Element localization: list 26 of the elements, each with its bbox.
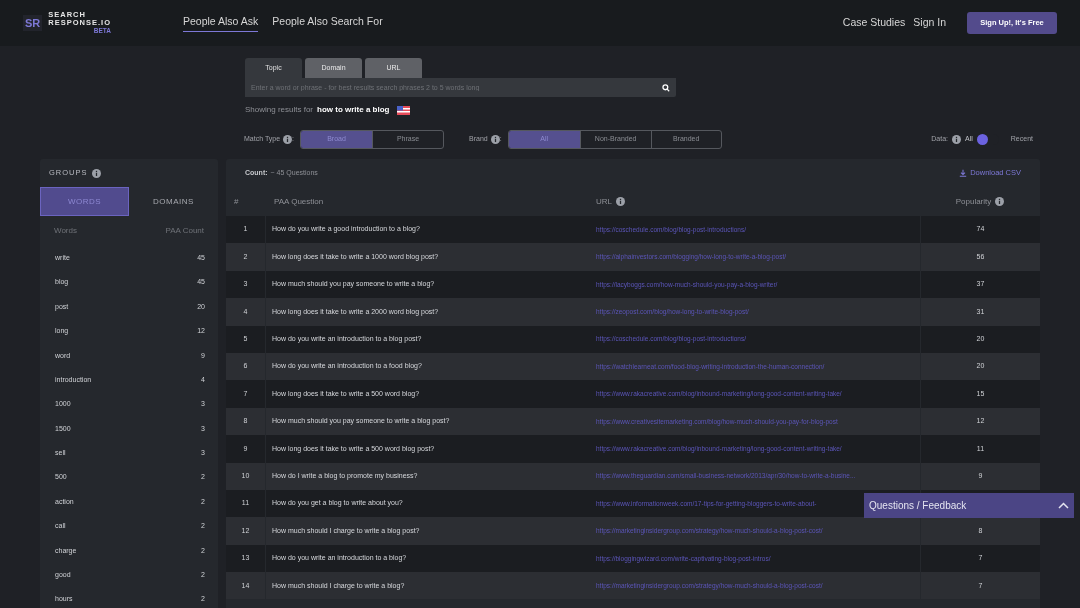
results-label: Showing results for bbox=[245, 104, 314, 116]
group-tab[interactable]: WORDS bbox=[40, 187, 129, 216]
column-header: Words bbox=[54, 225, 77, 237]
info-icon bbox=[995, 197, 1005, 206]
nav-link[interactable]: People Also Search For bbox=[272, 13, 383, 33]
logo-mark: SR bbox=[23, 14, 43, 32]
chevron-icon bbox=[1058, 502, 1069, 509]
group-tab[interactable]: DOMAINS bbox=[129, 187, 218, 216]
nav-link[interactable]: People Also Ask bbox=[183, 13, 259, 33]
column-header: PAA Count bbox=[165, 225, 204, 237]
nav-link[interactable]: Sign In bbox=[913, 15, 946, 31]
column-header: URL bbox=[596, 195, 612, 208]
us-flag-icon bbox=[397, 105, 411, 115]
column-header: PAA Question bbox=[273, 195, 325, 208]
column-header: Popularity bbox=[955, 195, 992, 208]
feedback-widget[interactable]: Questions / Feedback bbox=[864, 493, 1074, 518]
info-icon bbox=[283, 135, 293, 144]
info-icon bbox=[952, 135, 962, 144]
download-icon bbox=[959, 169, 968, 177]
column-header: # bbox=[233, 195, 240, 208]
search-icon[interactable] bbox=[662, 83, 670, 92]
info-icon bbox=[490, 135, 500, 144]
info-icon bbox=[91, 168, 101, 178]
query-text: how to write a blog bbox=[317, 104, 390, 116]
info-icon bbox=[616, 197, 625, 206]
nav-link[interactable]: Case Studies bbox=[842, 15, 906, 31]
